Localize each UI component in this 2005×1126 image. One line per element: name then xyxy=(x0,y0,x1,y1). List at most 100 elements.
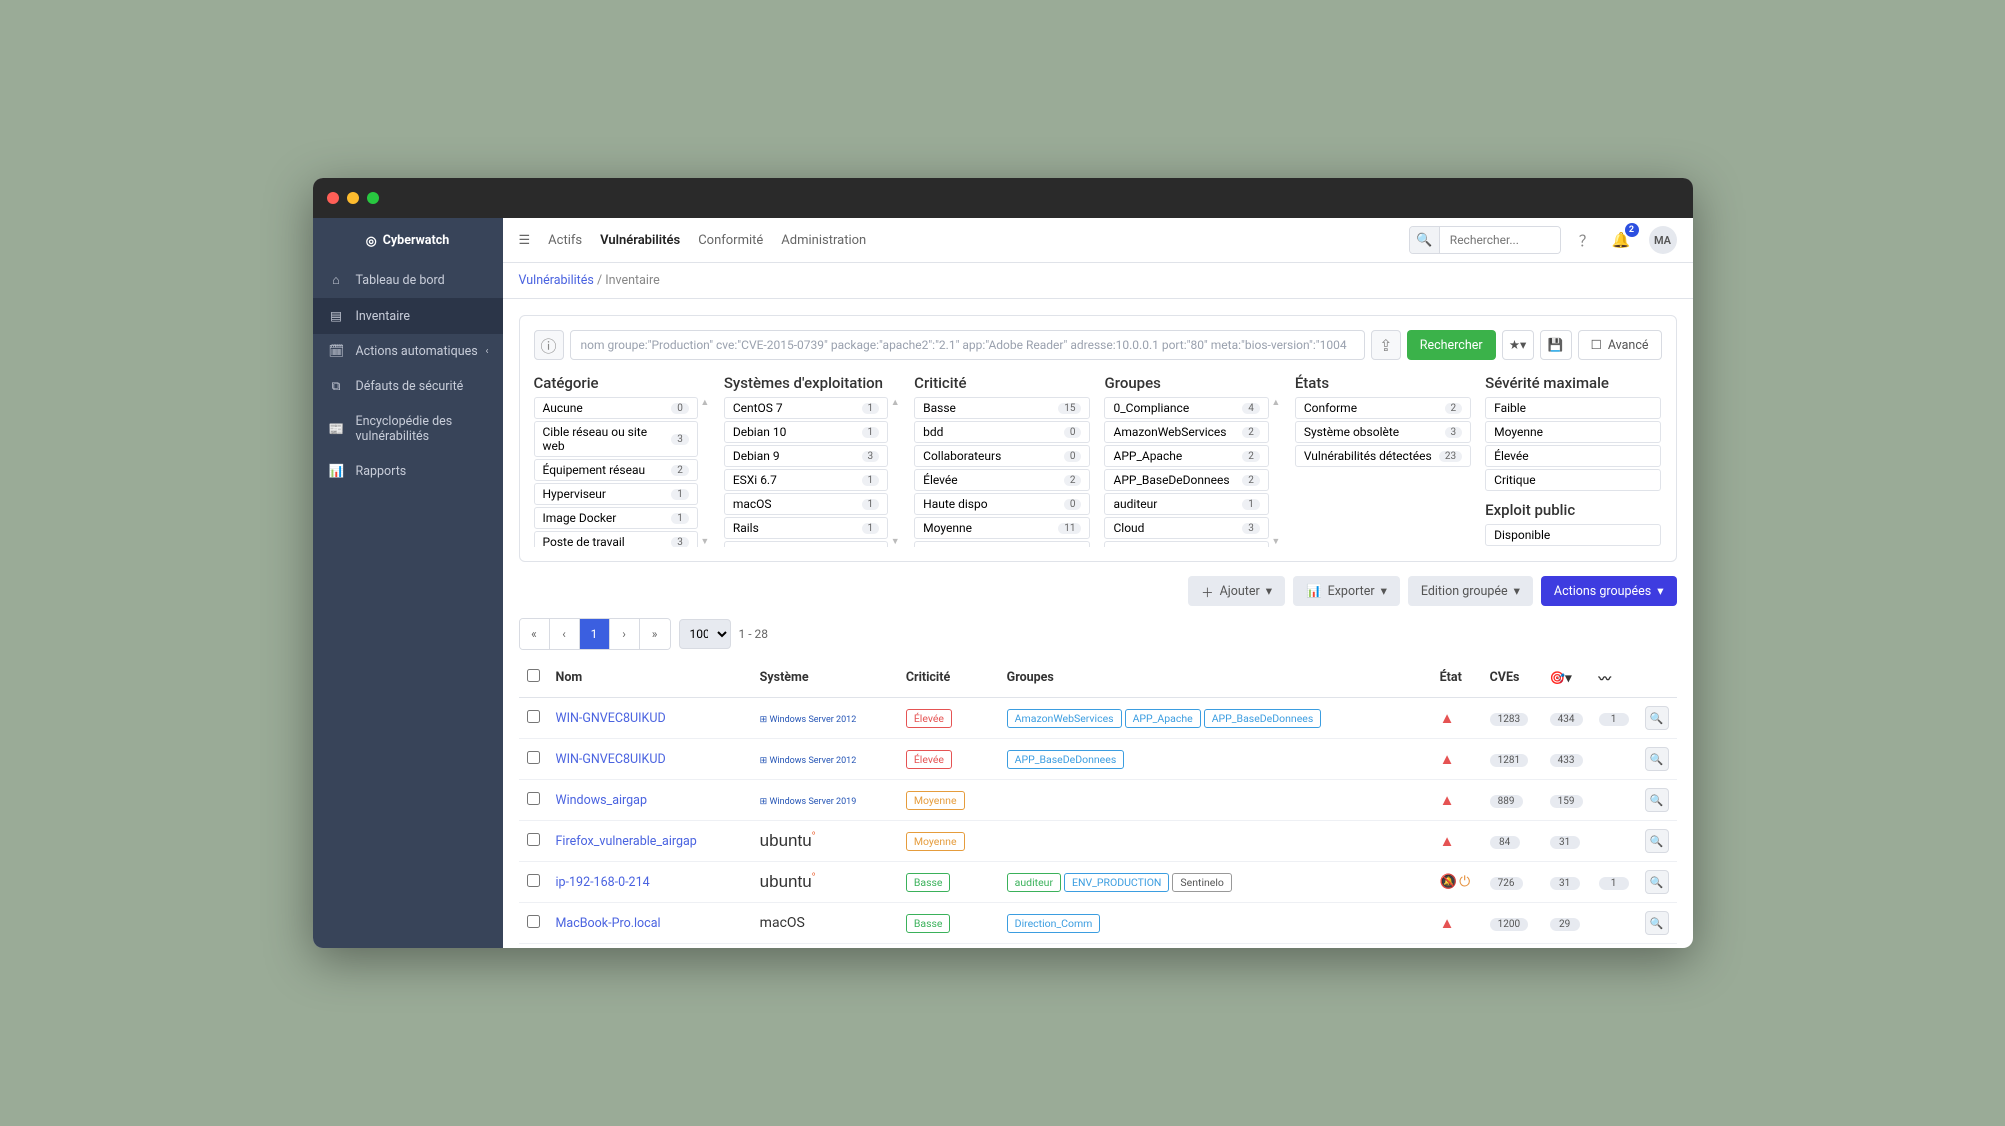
asset-link[interactable]: Firefox_vulnerable_airgap xyxy=(556,834,697,849)
facet-item[interactable]: Privacy0 xyxy=(914,541,1090,547)
favorite-button[interactable]: ★▾ xyxy=(1502,330,1534,360)
search-button[interactable]: Rechercher xyxy=(1407,330,1496,360)
sidebar-item-encyclop-die-des-vuln-rabilit-s[interactable]: 📰Encyclopédie des vulnérabilités xyxy=(313,404,503,454)
facet-item[interactable]: bdd0 xyxy=(914,421,1090,443)
advanced-button[interactable]: ☐ Avancé xyxy=(1578,330,1662,360)
facet-item[interactable]: Élevée2 xyxy=(914,469,1090,491)
facet-item[interactable]: Faible xyxy=(1485,397,1661,419)
facet-item[interactable]: Disponible xyxy=(1485,524,1661,546)
filter-search-input[interactable] xyxy=(570,330,1365,360)
facet-item[interactable]: macOS1 xyxy=(724,493,888,515)
tab-actifs[interactable]: Actifs xyxy=(548,233,582,248)
row-inspect-icon[interactable]: 🔍 xyxy=(1645,747,1669,771)
facet-item[interactable]: Image Docker1 xyxy=(534,507,698,529)
row-inspect-icon[interactable]: 🔍 xyxy=(1645,788,1669,812)
col-state[interactable]: État xyxy=(1432,658,1482,698)
group-tag[interactable]: APP_BaseDeDonnees xyxy=(1007,750,1125,769)
sidebar-item-inventaire[interactable]: ▤Inventaire xyxy=(313,298,503,334)
asset-link[interactable]: MacBook-Pro.local xyxy=(556,916,661,931)
add-button[interactable]: ＋ Ajouter ▾ xyxy=(1188,576,1285,606)
facet-item[interactable]: Debian 101 xyxy=(724,421,888,443)
group-tag[interactable]: auditeur xyxy=(1007,873,1061,892)
info-icon[interactable]: ⓘ xyxy=(534,330,564,360)
facet-item[interactable]: Direction_Comm1 xyxy=(1104,541,1268,547)
bell-icon[interactable]: 🔔 2 xyxy=(1612,231,1631,249)
pager-prev[interactable]: ‹ xyxy=(550,619,580,649)
facet-item[interactable]: 0_Compliance4 xyxy=(1104,397,1268,419)
export-button[interactable]: 📊 Exporter ▾ xyxy=(1293,576,1400,606)
facet-item[interactable]: Système obsolète3 xyxy=(1295,421,1471,443)
row-checkbox[interactable] xyxy=(527,833,540,846)
tab-administration[interactable]: Administration xyxy=(781,233,866,248)
facet-item[interactable]: Basse15 xyxy=(914,397,1090,419)
scroll-indicator[interactable]: ▲▼ xyxy=(890,397,900,547)
row-inspect-icon[interactable]: 🔍 xyxy=(1645,829,1669,853)
col-groups[interactable]: Groupes xyxy=(999,658,1432,698)
scroll-indicator[interactable]: ▲▼ xyxy=(1271,397,1281,547)
facet-item[interactable]: auditeur1 xyxy=(1104,493,1268,515)
sidebar-item-actions-automatiques[interactable]: 🗓Actions automatiques‹ xyxy=(313,334,503,369)
group-tag[interactable]: Sentinelo xyxy=(1172,873,1232,892)
facet-item[interactable]: Vulnérabilités détectées23 xyxy=(1295,445,1471,467)
bulk-edit-button[interactable]: Edition groupée ▾ xyxy=(1408,576,1533,606)
asset-link[interactable]: Windows_airgap xyxy=(556,793,648,808)
group-tag[interactable]: APP_Apache xyxy=(1125,709,1201,728)
pager-page[interactable]: 1 xyxy=(580,619,610,649)
asset-link[interactable]: WIN-GNVEC8UIKUD xyxy=(556,752,666,767)
asset-link[interactable]: ip-192-168-0-214 xyxy=(556,875,650,890)
row-checkbox[interactable] xyxy=(527,792,540,805)
col-cves[interactable]: CVEs xyxy=(1482,658,1542,698)
group-tag[interactable]: ENV_PRODUCTION xyxy=(1064,873,1169,892)
facet-item[interactable]: Cloud3 xyxy=(1104,517,1268,539)
group-tag[interactable]: AmazonWebServices xyxy=(1007,709,1122,728)
col-name[interactable]: Nom xyxy=(548,658,752,698)
pager-first[interactable]: « xyxy=(520,619,550,649)
group-tag[interactable]: APP_BaseDeDonnees xyxy=(1204,709,1322,728)
facet-item[interactable]: Élevée xyxy=(1485,445,1661,467)
facet-item[interactable]: Collaborateurs0 xyxy=(914,445,1090,467)
facet-item[interactable]: AmazonWebServices2 xyxy=(1104,421,1268,443)
minimize-icon[interactable] xyxy=(347,192,359,204)
row-inspect-icon[interactable]: 🔍 xyxy=(1645,870,1669,894)
help-icon[interactable]: ？ xyxy=(1579,230,1594,251)
col-crit[interactable]: Criticité xyxy=(898,658,999,698)
row-checkbox[interactable] xyxy=(527,915,540,928)
tab-conformité[interactable]: Conformité xyxy=(698,233,763,248)
facet-item[interactable]: Haute dispo0 xyxy=(914,493,1090,515)
row-checkbox[interactable] xyxy=(527,874,540,887)
col-system[interactable]: Système xyxy=(752,658,898,698)
sidebar-item-rapports[interactable]: 📊Rapports xyxy=(313,454,503,489)
facet-item[interactable]: APP_BaseDeDonnees2 xyxy=(1104,469,1268,491)
scroll-indicator[interactable]: ▲▼ xyxy=(700,397,710,547)
asset-link[interactable]: WIN-GNVEC8UIKUD xyxy=(556,711,666,726)
tab-vulnérabilités[interactable]: Vulnérabilités xyxy=(600,233,680,248)
facet-item[interactable]: CentOS 71 xyxy=(724,397,888,419)
facet-item[interactable]: Cible réseau ou site web3 xyxy=(534,421,698,457)
select-all-checkbox[interactable] xyxy=(527,669,540,682)
close-icon[interactable] xyxy=(327,192,339,204)
col-target-icon[interactable]: 🎯▾ xyxy=(1542,658,1591,698)
row-checkbox[interactable] xyxy=(527,751,540,764)
facet-item[interactable]: Moyenne11 xyxy=(914,517,1090,539)
facet-item[interactable]: ESXi 6.71 xyxy=(724,469,888,491)
hamburger-icon[interactable]: ☰ xyxy=(519,233,531,248)
row-checkbox[interactable] xyxy=(527,710,540,723)
maximize-icon[interactable] xyxy=(367,192,379,204)
sidebar-item-tableau-de-bord[interactable]: ⌂Tableau de bord xyxy=(313,263,503,298)
sidebar-item-d-fauts-de-s-curit-[interactable]: ⧉Défauts de sécurité xyxy=(313,369,503,404)
facet-item[interactable]: Hyperviseur1 xyxy=(534,483,698,505)
per-page-select[interactable]: 100 xyxy=(679,619,731,649)
facet-item[interactable]: APP_Apache2 xyxy=(1104,445,1268,467)
facet-item[interactable]: Conforme2 xyxy=(1295,397,1471,419)
facet-item[interactable]: Stormshield1 xyxy=(724,541,888,547)
avatar[interactable]: MA xyxy=(1649,226,1677,254)
col-activity-icon[interactable]: 〰 xyxy=(1591,658,1637,698)
facet-item[interactable]: Poste de travail3 xyxy=(534,531,698,547)
facet-item[interactable]: Aucune0 xyxy=(534,397,698,419)
bulk-actions-button[interactable]: Actions groupées ▾ xyxy=(1541,576,1677,606)
global-search[interactable]: 🔍 xyxy=(1409,226,1561,254)
search-input[interactable] xyxy=(1440,227,1560,253)
group-tag[interactable]: Direction_Comm xyxy=(1007,914,1101,933)
facet-item[interactable]: Debian 93 xyxy=(724,445,888,467)
pager-last[interactable]: » xyxy=(640,619,670,649)
